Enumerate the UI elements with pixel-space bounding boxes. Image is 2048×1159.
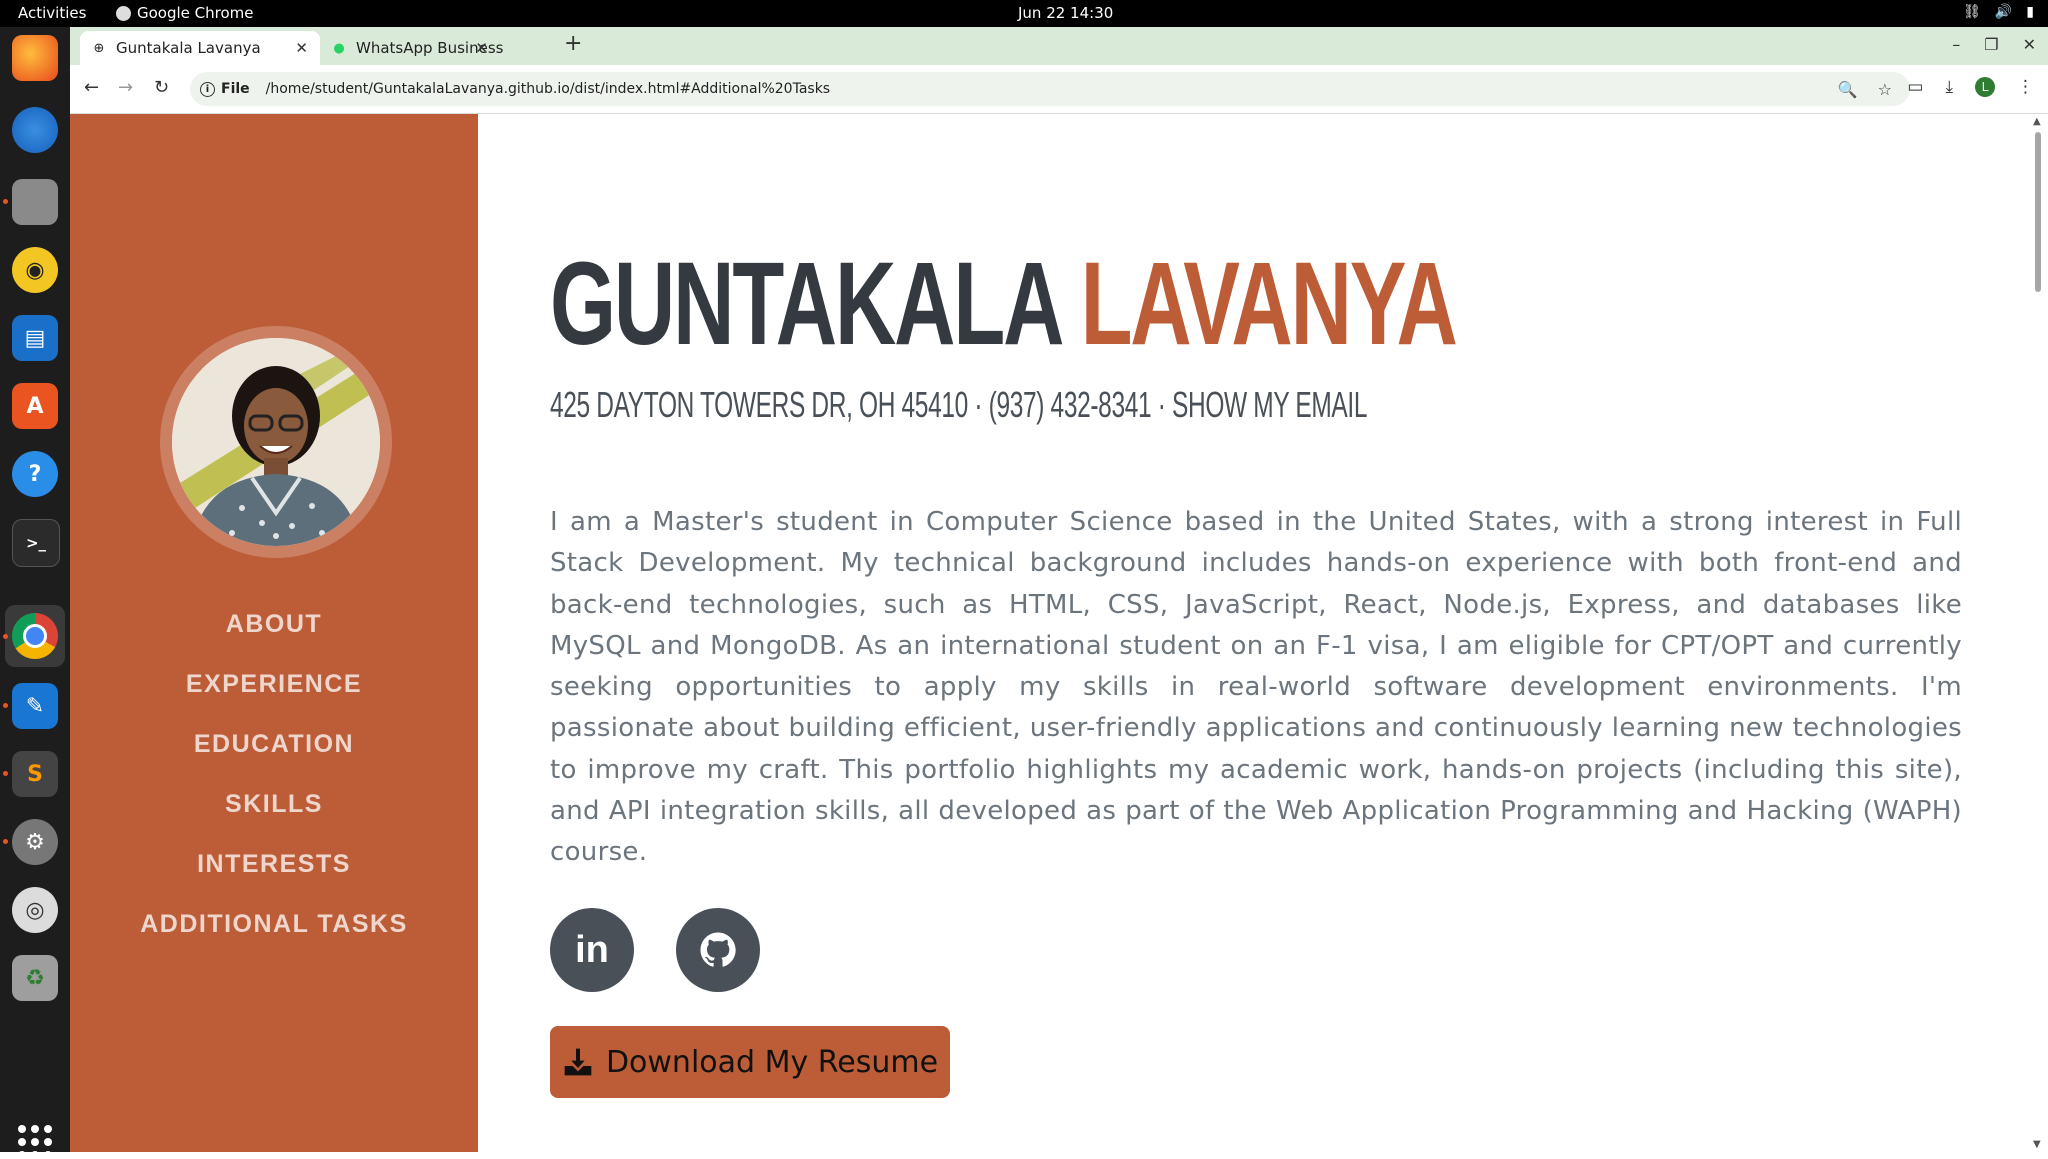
firefox-icon[interactable] xyxy=(12,35,58,81)
files-icon[interactable] xyxy=(12,179,58,225)
app-center-icon[interactable]: A xyxy=(12,383,58,429)
clock[interactable]: Jun 22 14:30 xyxy=(1018,4,1113,22)
github-icon[interactable] xyxy=(676,908,760,992)
github-glyph xyxy=(700,932,736,967)
running-indicator xyxy=(3,703,8,708)
sidebar-nav: ABOUT EXPERIENCE EDUCATION SKILLS INTERE… xyxy=(70,594,478,954)
nav-experience[interactable]: EXPERIENCE xyxy=(70,654,478,714)
address-phone: 425 DAYTON TOWERS DR, OH 45410 · (937) 4… xyxy=(550,384,1173,425)
page-scrollbar[interactable]: ▲ ▼ xyxy=(2028,114,2048,1152)
dock: ◉ ▤ A ? >_ ✎ S ⚙ ◎ ♻ xyxy=(0,27,70,1159)
sidebar: ABOUT EXPERIENCE EDUCATION SKILLS INTERE… xyxy=(70,114,478,1152)
download-resume-label: Download My Resume xyxy=(605,1044,939,1080)
zoom-icon[interactable]: 🔍 xyxy=(1838,80,1858,99)
scrollbar-thumb[interactable] xyxy=(2035,132,2041,292)
nav-education[interactable]: EDUCATION xyxy=(70,714,478,774)
tab-close-icon[interactable]: ✕ xyxy=(475,39,488,57)
trash-icon[interactable]: ♻ xyxy=(12,955,58,1001)
rhythmbox-icon[interactable]: ◉ xyxy=(12,247,58,293)
system-tray[interactable]: ⛓ 🔊 ▮ xyxy=(1963,4,2034,20)
download-icon[interactable]: ⤓ xyxy=(1945,77,1953,97)
tab-active[interactable]: ⊕ Guntakala Lavanya ✕ xyxy=(80,31,320,65)
profile-photo-frame xyxy=(160,326,392,558)
contact-line: 425 DAYTON TOWERS DR, OH 45410 · (937) 4… xyxy=(550,384,1367,426)
site-info-chip[interactable]: i File xyxy=(200,81,262,97)
battery-icon: ▮ xyxy=(2026,4,2034,20)
scroll-down-icon[interactable]: ▼ xyxy=(2033,1139,2041,1150)
download-resume-button[interactable]: Download My Resume xyxy=(550,1026,950,1098)
nav-skills[interactable]: SKILLS xyxy=(70,774,478,834)
network-icon: ⛓ xyxy=(1963,4,1981,20)
running-indicator xyxy=(3,839,8,844)
volume-icon: 🔊 xyxy=(1994,4,2013,20)
chrome-dock-icon[interactable] xyxy=(12,613,58,659)
scroll-up-icon[interactable]: ▲ xyxy=(2033,116,2041,127)
social-links: in xyxy=(550,908,760,992)
window-controls: – ❐ ✕ xyxy=(1952,35,2036,54)
profile-avatar[interactable]: L xyxy=(1975,77,1995,97)
about-section: GUNTAKALA LAVANYA 425 DAYTON TOWERS DR, … xyxy=(478,114,2028,1152)
address-bar[interactable]: i File /home/student/GuntakalaLavanya.gi… xyxy=(190,72,1910,106)
running-indicator xyxy=(3,199,8,204)
profile-photo xyxy=(172,338,380,546)
cast-icon[interactable]: ▭ xyxy=(1907,77,1923,97)
profile-photo-illustration xyxy=(172,338,380,546)
menu-kebab-icon[interactable]: ⋮ xyxy=(2017,77,2034,97)
close-window-icon[interactable]: ✕ xyxy=(2023,35,2036,54)
new-tab-icon[interactable]: + xyxy=(564,31,582,56)
app-menu-label: Google Chrome xyxy=(137,4,254,22)
omnibox-actions: 🔍 ☆ xyxy=(1838,72,1892,106)
tab-close-icon[interactable]: ✕ xyxy=(295,39,308,57)
browser-toolbar: ← → ↻ i File /home/student/GuntakalaLava… xyxy=(70,65,2048,114)
linkedin-icon[interactable]: in xyxy=(550,908,634,992)
whatsapp-icon: ● xyxy=(333,40,345,56)
help-icon[interactable]: ? xyxy=(12,451,58,497)
system-top-bar: Activities Google Chrome Jun 22 14:30 ⛓ … xyxy=(0,0,2048,27)
page-title: GUNTAKALA LAVANYA xyxy=(550,238,1458,370)
text-editor-icon[interactable]: ✎ xyxy=(12,683,58,729)
show-email-link[interactable]: SHOW MY EMAIL xyxy=(1172,384,1367,425)
download-icon xyxy=(564,1048,592,1076)
thunderbird-icon[interactable] xyxy=(12,107,58,153)
toolbar-actions: ▭ ⤓ L ⋮ xyxy=(1907,77,2034,97)
reload-icon[interactable]: ↻ xyxy=(154,77,169,98)
show-apps-icon[interactable] xyxy=(18,1125,52,1159)
last-name: LAVANYA xyxy=(1080,238,1458,370)
bookmark-star-icon[interactable]: ☆ xyxy=(1878,80,1892,99)
url-text[interactable]: /home/student/GuntakalaLavanya.github.io… xyxy=(266,81,830,97)
terminal-icon[interactable]: >_ xyxy=(12,519,60,567)
disc-icon[interactable]: ◎ xyxy=(12,887,58,933)
forward-icon[interactable]: → xyxy=(118,77,133,98)
app-menu[interactable]: Google Chrome xyxy=(116,4,254,22)
globe-icon: ⊕ xyxy=(93,40,105,56)
tab-strip: ⊕ Guntakala Lavanya ✕ ● WhatsApp Busines… xyxy=(70,27,2048,65)
bio-paragraph: I am a Master's student in Computer Scie… xyxy=(550,507,1962,868)
running-indicator xyxy=(3,634,8,639)
settings-icon[interactable]: ⚙ xyxy=(12,819,58,865)
minimize-icon[interactable]: – xyxy=(1952,35,1960,54)
chrome-icon xyxy=(116,5,131,21)
activities-button[interactable]: Activities xyxy=(18,4,86,22)
back-icon[interactable]: ← xyxy=(84,77,99,98)
nav-about[interactable]: ABOUT xyxy=(70,594,478,654)
tab-title: Guntakala Lavanya xyxy=(116,39,261,57)
writer-icon[interactable]: ▤ xyxy=(12,315,58,361)
maximize-icon[interactable]: ❐ xyxy=(1984,35,1998,54)
first-name: GUNTAKALA xyxy=(550,238,1061,370)
nav-additional-tasks[interactable]: ADDITIONAL TASKS xyxy=(70,894,478,954)
nav-interests[interactable]: INTERESTS xyxy=(70,834,478,894)
sublime-text-icon[interactable]: S xyxy=(12,751,58,797)
info-icon: i xyxy=(200,81,215,97)
running-indicator xyxy=(3,771,8,776)
scheme-label: File xyxy=(221,81,250,97)
